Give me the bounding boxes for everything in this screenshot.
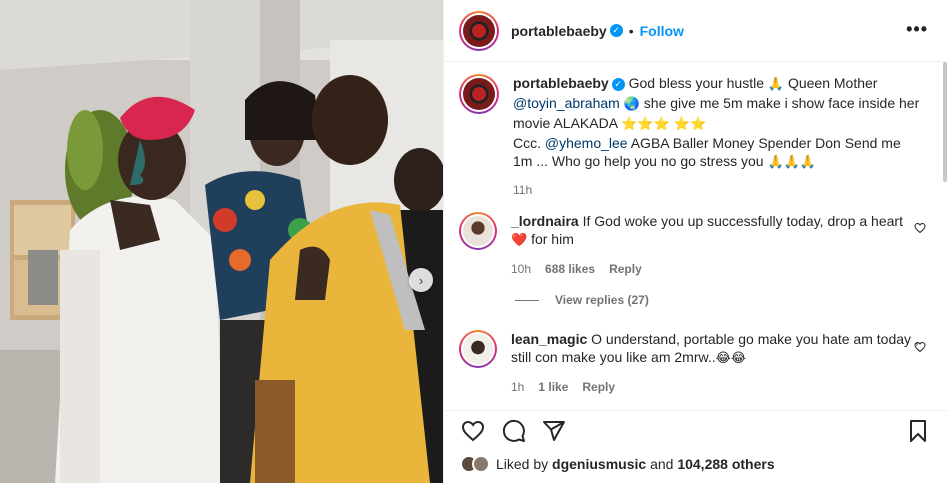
liker-avatar: [472, 455, 490, 473]
action-bar: [444, 410, 947, 450]
caption-author-avatar[interactable]: [459, 74, 499, 114]
comment-username[interactable]: _lordnaira: [511, 213, 579, 229]
caption-timestamp[interactable]: 11h: [513, 181, 532, 199]
verified-badge-icon: ✓: [609, 24, 623, 37]
author-username[interactable]: portablebaeby: [511, 23, 607, 39]
comment-timestamp[interactable]: 1h: [511, 378, 524, 396]
comment-body: If God woke you up successfully today, d…: [578, 213, 903, 229]
liked-by-middle: and: [646, 456, 678, 472]
view-replies-button[interactable]: View replies (27): [515, 293, 649, 307]
chevron-right-icon: ›: [418, 272, 424, 288]
likes-summary: Liked by dgeniusmusic and 104,288 others: [460, 455, 775, 473]
author-avatar[interactable]: [459, 10, 499, 51]
comment-body: for him: [527, 231, 574, 247]
post-media-video[interactable]: ›: [0, 0, 443, 483]
video-frame: [0, 0, 443, 483]
likes-count-link[interactable]: 104,288 others: [677, 456, 774, 472]
liker-username[interactable]: dgeniusmusic: [552, 456, 646, 472]
red-heart-emoji: ❤️: [511, 233, 528, 248]
caption-text: portablebaeby ✓ God bless your hustle 🙏 Q…: [513, 74, 923, 199]
comment-icon[interactable]: [502, 419, 526, 443]
comments-scrollbar[interactable]: [941, 0, 947, 420]
caption-part: Ccc.: [513, 135, 545, 151]
globe-emoji: 🌏: [623, 97, 640, 112]
comment-likes-count[interactable]: 1 like: [538, 378, 568, 396]
comment-username[interactable]: lean_magic: [511, 331, 587, 347]
view-replies-label: View replies (27): [555, 293, 649, 307]
bookmark-icon[interactable]: [906, 419, 930, 443]
replies-divider-line: [515, 299, 539, 301]
liker-avatars[interactable]: [460, 455, 490, 473]
pray-emoji: 🙏: [767, 77, 785, 92]
separator-dot: •: [628, 22, 634, 39]
caption-username[interactable]: portablebaeby: [513, 75, 609, 91]
comment-timestamp[interactable]: 10h: [511, 260, 531, 278]
caption-part: Queen Mother: [784, 75, 878, 91]
comment-like-heart-icon[interactable]: [914, 222, 926, 234]
caption-row: portablebaeby ✓ God bless your hustle 🙏 Q…: [459, 74, 923, 199]
pray-emoji: 🙏🙏🙏: [767, 155, 817, 170]
commenter-avatar[interactable]: [459, 330, 497, 368]
comment-like-heart-icon[interactable]: [914, 341, 926, 353]
commenter-avatar[interactable]: [459, 212, 497, 250]
liked-by-prefix: Liked by: [496, 456, 553, 472]
comment-item: _lordnaira If God woke you up successful…: [459, 212, 921, 278]
follow-button[interactable]: Follow: [640, 23, 684, 39]
share-icon[interactable]: [542, 419, 566, 443]
carousel-next-button[interactable]: ›: [409, 268, 433, 292]
caption-part: God bless your hustle: [624, 75, 768, 91]
comment-item: lean_magic O understand, portable go mak…: [459, 330, 921, 396]
more-options-icon[interactable]: •••: [906, 20, 928, 38]
comment-text: _lordnaira If God woke you up successful…: [511, 212, 921, 278]
laughing-emoji: 😂😂: [715, 351, 747, 366]
stars-emoji: ⭐⭐⭐ ⭐⭐: [621, 117, 707, 132]
reply-button[interactable]: Reply: [582, 378, 615, 396]
mention-link[interactable]: @toyin_abraham: [513, 95, 620, 111]
reply-button[interactable]: Reply: [609, 260, 642, 278]
mention-link[interactable]: @yhemo_lee: [545, 135, 628, 151]
heart-icon[interactable]: [461, 419, 485, 443]
comments-section[interactable]: portablebaeby ✓ God bless your hustle 🙏 Q…: [444, 62, 942, 410]
verified-badge-icon: ✓: [611, 77, 625, 91]
post-header: portablebaeby ✓ • Follow •••: [444, 0, 947, 62]
comment-likes-count[interactable]: 688 likes: [545, 260, 595, 278]
post-sidebar: portablebaeby ✓ • Follow ••• portablebae…: [443, 0, 947, 483]
comment-text: lean_magic O understand, portable go mak…: [511, 330, 921, 396]
